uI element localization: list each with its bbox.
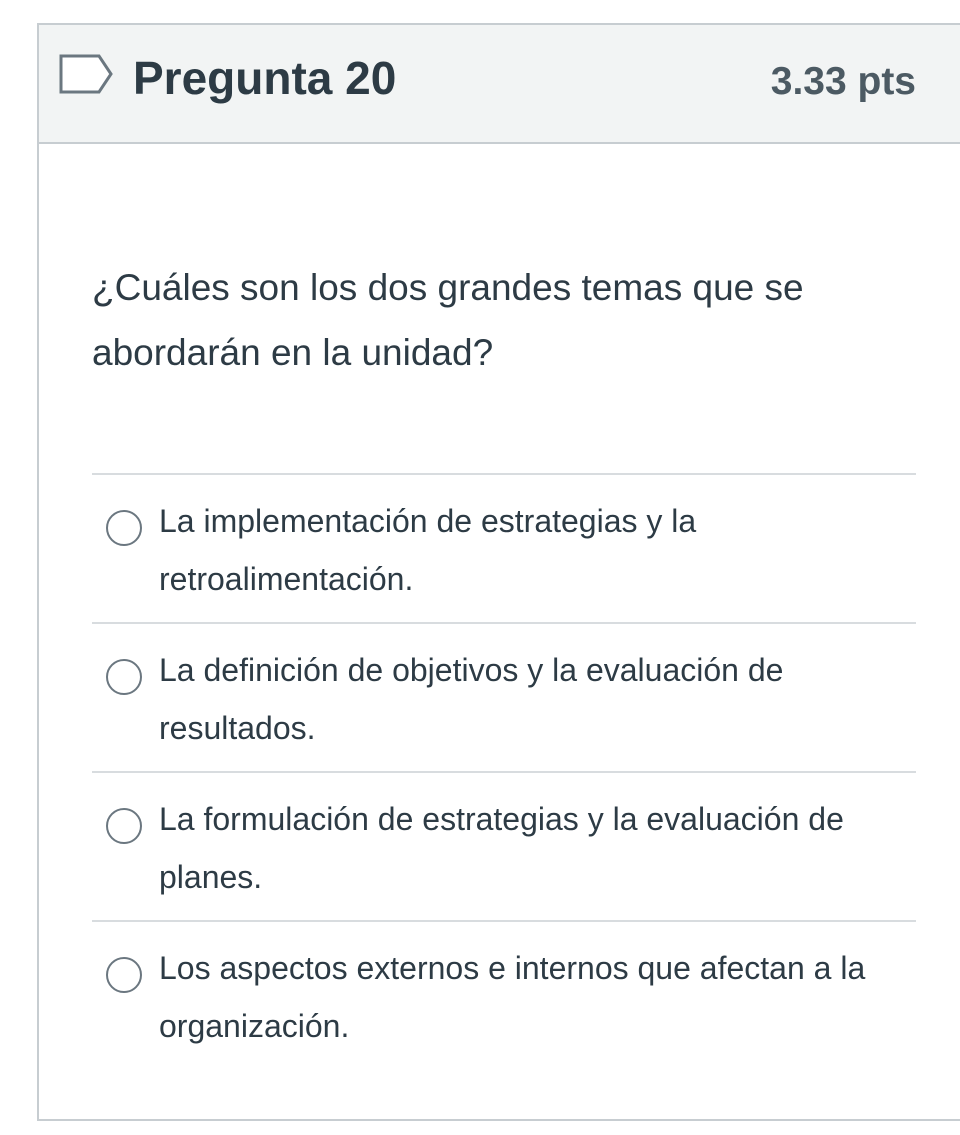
flag-question-icon[interactable]	[59, 54, 115, 94]
radio-button[interactable]	[106, 659, 142, 695]
answer-label[interactable]: Los aspectos externos e internos que afe…	[159, 939, 899, 1055]
answer-option[interactable]: La formulación de estrategias y la evalu…	[92, 771, 916, 920]
question-title: Pregunta 20	[133, 52, 397, 104]
answer-option[interactable]: La implementación de estrategias y la re…	[92, 473, 916, 622]
answer-label[interactable]: La implementación de estrategias y la re…	[159, 492, 899, 608]
question-points: 3.33 pts	[770, 60, 916, 103]
answer-option[interactable]: La definición de objetivos y la evaluaci…	[92, 622, 916, 771]
radio-button[interactable]	[106, 957, 142, 993]
question-card: Pregunta 20 3.33 pts ¿Cuáles son los dos…	[37, 23, 960, 1121]
answer-label[interactable]: La definición de objetivos y la evaluaci…	[159, 641, 899, 757]
answer-label[interactable]: La formulación de estrategias y la evalu…	[159, 790, 899, 906]
answer-list: La implementación de estrategias y la re…	[92, 473, 916, 1069]
question-text: ¿Cuáles son los dos grandes temas que se…	[92, 267, 804, 373]
question-header: Pregunta 20 3.33 pts	[39, 25, 960, 144]
answer-option[interactable]: Los aspectos externos e internos que afe…	[92, 920, 916, 1069]
radio-button[interactable]	[106, 808, 142, 844]
radio-button[interactable]	[106, 510, 142, 546]
